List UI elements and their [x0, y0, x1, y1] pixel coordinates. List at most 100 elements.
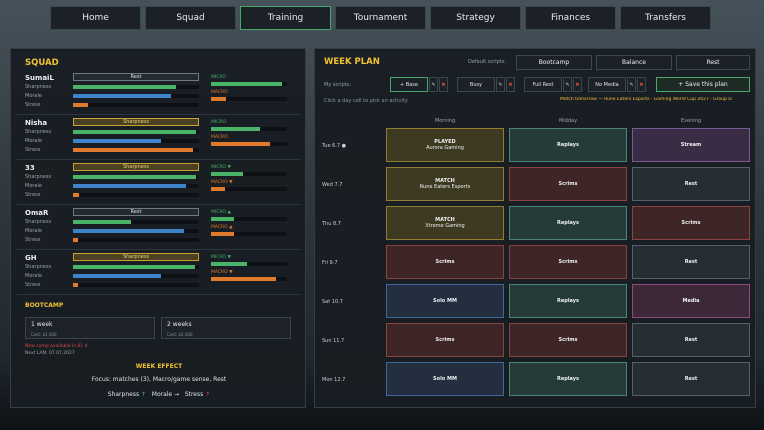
activity-cell[interactable]: Replays	[509, 128, 627, 162]
squad-title: SQUAD	[25, 58, 59, 68]
day-label: Sat 10.7	[322, 299, 343, 305]
activity-cell[interactable]: Scrims	[386, 245, 504, 279]
activity-cell[interactable]: Media	[632, 284, 750, 318]
activity-cell[interactable]: Scrims	[509, 323, 627, 357]
activity-cell[interactable]: Scrims	[386, 323, 504, 357]
edit-script-icon[interactable]: ✎	[563, 77, 572, 92]
bootcamp-2-weeks-option[interactable]: 2 weeks Cost: $2,500	[161, 317, 291, 339]
player-name: 33	[25, 164, 35, 172]
player-row[interactable]: OmaR Rest Sharpness Morale Stress MICRO ▲ MACR…	[17, 206, 301, 250]
activity-cell[interactable]: Replays	[509, 362, 627, 396]
delete-script-icon[interactable]: ✖	[506, 77, 515, 92]
activity-cell[interactable]: Rest	[632, 167, 750, 201]
activity-cell[interactable]: Rest	[632, 323, 750, 357]
activity-label: Solo MM	[433, 297, 457, 304]
nav-transfers-button[interactable]: Transfers	[620, 6, 711, 30]
macro-fill	[211, 232, 234, 236]
edit-script-icon[interactable]: ✎	[429, 77, 438, 92]
column-morning: Morning	[434, 118, 456, 124]
column-evening: Evening	[680, 118, 702, 124]
player-name: SumaiL	[25, 74, 54, 82]
week-effect-summary: Sharpness ↑ Morale → Stress ↑	[11, 391, 307, 398]
activity-cell[interactable]: PLAYED Aurora Gaming	[386, 128, 504, 162]
nav-strategy-button[interactable]: Strategy	[430, 6, 521, 30]
macro-bar	[211, 232, 287, 236]
my-script-button[interactable]: + Base	[390, 77, 428, 92]
rest-script-button[interactable]: Rest	[676, 55, 750, 70]
player-row[interactable]: Nisha Sharpness Sharpness Morale Stress MICRO…	[17, 116, 301, 160]
delete-script-icon[interactable]: ✖	[573, 77, 582, 92]
sharpness-effect-label: Sharpness	[107, 391, 140, 398]
activity-cell[interactable]: MATCH Xtreme Gaming	[386, 206, 504, 240]
macro-bar	[211, 187, 287, 191]
morale-label: Morale	[25, 93, 42, 99]
player-activity-tag[interactable]: Rest	[73, 208, 199, 216]
stress-fill	[73, 103, 89, 107]
activity-label: Scrims	[435, 336, 455, 343]
my-script-label: Full Rest	[532, 81, 554, 88]
stress-bar	[73, 103, 199, 107]
morale-bar	[73, 139, 199, 143]
nav-home-button[interactable]: Home	[50, 6, 141, 30]
my-script-button[interactable]: Full Rest	[524, 77, 562, 92]
activity-cell[interactable]: Scrims	[509, 167, 627, 201]
morale-fill	[73, 139, 162, 143]
activity-cell[interactable]: Scrims	[509, 245, 627, 279]
activity-cell[interactable]: Solo MM	[386, 362, 504, 396]
player-name: GH	[25, 254, 37, 262]
activity-cell[interactable]: Rest	[632, 362, 750, 396]
sharpness-label: Sharpness	[25, 174, 52, 180]
nav-training-button[interactable]: Training	[240, 6, 331, 30]
my-script-button[interactable]: Busy	[457, 77, 495, 92]
player-row[interactable]: 33 Sharpness Sharpness Morale Stress MICRO ▼ M…	[17, 161, 301, 205]
micro-label: MICRO ▼	[211, 165, 231, 170]
player-row[interactable]: GH Sharpness Sharpness Morale Stress MICRO ▼ M…	[17, 251, 301, 295]
player-row[interactable]: SumaiL Rest Sharpness Morale Stress MICRO MAC…	[17, 71, 301, 115]
activity-cell[interactable]: Stream	[632, 128, 750, 162]
player-activity-tag[interactable]: Sharpness	[73, 118, 199, 126]
micro-bar	[211, 82, 287, 86]
sharpness-fill	[73, 265, 196, 269]
my-script-button[interactable]: No Media	[588, 77, 626, 92]
my-script-label: + Base	[400, 81, 418, 88]
activity-label: Scrims	[435, 258, 455, 265]
sharpness-bar	[73, 265, 199, 269]
micro-label: MICRO	[211, 120, 227, 125]
sharpness-up-icon: ↑	[141, 391, 147, 398]
macro-fill	[211, 277, 277, 281]
activity-cell[interactable]: Rest	[632, 245, 750, 279]
activity-cell[interactable]: Solo MM	[386, 284, 504, 318]
balance-script-button[interactable]: Balance	[596, 55, 672, 70]
nav-squad-button[interactable]: Squad	[145, 6, 236, 30]
edit-script-icon[interactable]: ✎	[496, 77, 505, 92]
activity-cell[interactable]: Scrims	[632, 206, 750, 240]
micro-label: MICRO	[211, 75, 227, 80]
player-activity-tag[interactable]: Sharpness	[73, 253, 199, 261]
activity-cell[interactable]: Replays	[509, 284, 627, 318]
macro-fill	[211, 97, 227, 101]
plan-hint: Click a day cell to pick an activity	[324, 98, 408, 104]
morale-steady-icon: →	[174, 391, 180, 398]
activity-label: Stream	[680, 141, 702, 148]
sharpness-label: Sharpness	[25, 264, 52, 270]
player-activity-tag[interactable]: Rest	[73, 73, 199, 81]
bootcamp-script-button[interactable]: Bootcamp	[516, 55, 592, 70]
activity-label: Rest	[684, 375, 698, 382]
save-plan-button[interactable]: + Save this plan	[656, 77, 750, 92]
edit-script-icon[interactable]: ✎	[627, 77, 636, 92]
bootcamp-availability-note: New camp available in 81 d	[25, 344, 88, 349]
delete-script-icon[interactable]: ✖	[439, 77, 448, 92]
delete-script-icon[interactable]: ✖	[637, 77, 646, 92]
day-label: Wed 7.7	[322, 182, 343, 188]
player-activity-tag[interactable]: Sharpness	[73, 163, 199, 171]
nav-finances-button[interactable]: Finances	[525, 6, 616, 30]
nav-tournament-button[interactable]: Tournament	[335, 6, 426, 30]
activity-cell[interactable]: MATCH Rune Eaters Esports	[386, 167, 504, 201]
activity-cell[interactable]: Replays	[509, 206, 627, 240]
macro-bar	[211, 97, 287, 101]
bootcamp-1-week-option[interactable]: 1 week Cost: $1,500	[25, 317, 155, 339]
stress-label: Stress	[25, 147, 41, 153]
morale-fill	[73, 94, 172, 98]
stress-label: Stress	[25, 237, 41, 243]
morale-fill	[73, 229, 184, 233]
